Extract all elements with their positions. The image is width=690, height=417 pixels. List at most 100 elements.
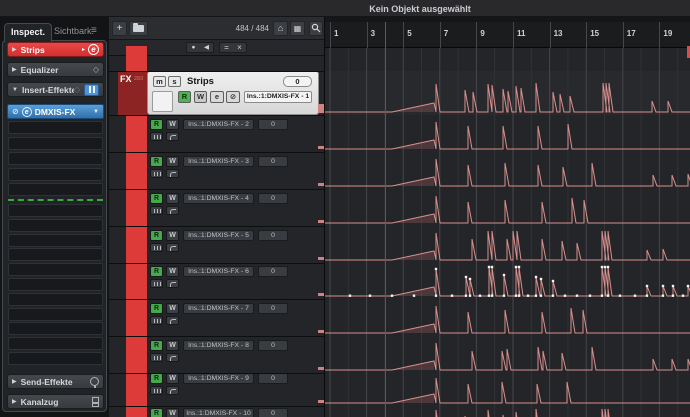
timeline-ruler[interactable]: 13579111315171921 [325,22,690,48]
lane-value-field[interactable]: 0 [258,230,288,241]
track-name[interactable]: Strips [187,76,214,87]
automation-lane-row[interactable]: R W Ins.:1:DMXIS-FX - 9 0 [109,372,324,408]
playhead[interactable] [384,22,386,417]
bypass-icon[interactable]: ⊘ [12,107,19,116]
mute-automation-button[interactable] [150,206,163,215]
read-button[interactable]: R [150,119,163,130]
rack-toggle-button[interactable] [84,83,99,96]
add-track-button[interactable]: + [112,21,127,36]
mute-automation-button[interactable] [150,169,163,178]
empty-insert-slot[interactable] [8,233,103,247]
read-button[interactable]: R [150,193,163,204]
empty-insert-slot[interactable] [8,322,103,336]
section-insert-effects[interactable]: ▼ Insert-Effekte ◇ [7,82,104,97]
automation-lane-row[interactable]: R W Ins.:1:DMXIS-FX - 7 0 [109,302,324,338]
read-button[interactable]: R [150,303,163,314]
read-button[interactable]: R [150,266,163,277]
cross-icon[interactable]: × [233,43,246,52]
empty-insert-slot[interactable] [8,136,103,150]
lane-parameter-field[interactable]: Ins.:1:DMXIS-FX - 8 [183,340,254,351]
automation-lane-row[interactable]: R W Ins.:1:DMXIS-FX - 10 0 [109,407,324,417]
lane-parameter-field[interactable]: Ins.:1:DMXIS-FX - 7 [183,303,254,314]
read-button[interactable]: R [150,156,163,167]
menu-icon[interactable]: ≡ [91,25,97,36]
empty-insert-slot[interactable] [8,218,103,232]
home-button[interactable]: ⌂ [273,21,288,36]
automation-lane-row[interactable]: R W Ins.:1:DMXIS-FX - 8 0 [109,339,324,375]
tab-inspect[interactable]: Inspect. [4,23,53,42]
lane-value-field[interactable]: 0 [258,303,288,314]
mute-automation-button[interactable] [150,243,163,252]
lane-parameter-field[interactable]: Ins.:1:DMXIS-FX - 10 [183,408,254,417]
fold-arrow-icon[interactable]: ▶ [12,46,17,53]
mute-button[interactable]: m [153,76,166,87]
lock-button[interactable] [166,243,179,252]
edit-button[interactable]: e [21,106,32,117]
automation-canvas[interactable] [325,17,690,417]
fold-arrow-icon[interactable]: ▶ [12,66,17,73]
edit-channel-button[interactable]: e [210,91,224,103]
empty-insert-slot[interactable] [8,167,103,181]
write-button[interactable]: W [194,91,207,103]
lane-parameter-field[interactable]: Ins.:1:DMXIS-FX - 5 [183,230,254,241]
lock-button[interactable] [166,316,179,325]
mute-automation-button[interactable] [150,279,163,288]
write-button[interactable]: W [166,156,179,167]
preset-icon[interactable]: ◇ [74,85,80,94]
lane-parameter-field[interactable]: Ins.:1:DMXIS-FX - 2 [183,119,254,130]
write-button[interactable]: W [166,340,179,351]
empty-insert-slot[interactable] [8,292,103,306]
lane-parameter-field[interactable]: Ins.:1:DMXIS-FX - 4 [183,193,254,204]
lane-value-field[interactable]: 0 [258,119,288,130]
write-button[interactable]: W [166,266,179,277]
read-button[interactable]: R [178,91,191,103]
automation-lane-row[interactable]: R W Ins.:1:DMXIS-FX - 6 0 [109,265,324,301]
monitor-icon[interactable]: ◀ [200,43,213,52]
write-button[interactable]: W [166,303,179,314]
lock-button[interactable] [166,279,179,288]
grid-view-button[interactable]: ▦ [290,21,305,36]
bypass-button[interactable]: ⊘ [226,91,240,103]
lock-button[interactable] [166,206,179,215]
lane-value-field[interactable]: 0 [258,266,288,277]
write-button[interactable]: W [166,373,179,384]
empty-insert-slot[interactable] [8,248,103,262]
lock-button[interactable] [166,132,179,141]
read-button[interactable]: R [150,340,163,351]
parameter-field[interactable]: Ins.:1:DMXIS-FX - 1 [244,91,312,103]
read-button[interactable]: R [150,230,163,241]
automation-lane-row[interactable]: R W Ins.:1:DMXIS-FX - 4 0 [109,192,324,228]
empty-insert-slot[interactable] [8,352,103,365]
section-strips[interactable]: ▶ Strips ▸ e [7,42,104,57]
record-enable-icon[interactable]: ● [187,43,200,52]
lane-value-field[interactable]: 0 [258,156,288,167]
mute-automation-button[interactable] [150,132,163,141]
empty-insert-slot[interactable] [8,263,103,277]
lane-parameter-field[interactable]: Ins.:1:DMXIS-FX - 9 [183,373,254,384]
fold-arrow-icon[interactable]: ▶ [12,378,17,385]
read-button[interactable]: R [150,373,163,384]
empty-insert-slot[interactable] [8,278,103,291]
write-button[interactable]: W [166,193,179,204]
insert-slot-dmxis-fx[interactable]: ⊘ e DMXIS-FX ▼ [7,104,104,119]
lane-value-field[interactable]: 0 [258,193,288,204]
empty-insert-slot[interactable] [8,337,103,351]
automation-lane-row[interactable]: R W Ins.:1:DMXIS-FX - 2 0 [109,118,324,154]
chevron-down-icon[interactable]: ▼ [93,109,99,115]
empty-insert-slot[interactable] [8,152,103,166]
search-button[interactable] [309,21,323,36]
lane-parameter-field[interactable]: Ins.:1:DMXIS-FX - 3 [183,156,254,167]
empty-insert-slot[interactable] [8,183,103,197]
write-button[interactable]: W [166,408,179,417]
mute-automation-button[interactable] [150,316,163,325]
selected-track-header[interactable]: m s Strips 0 R W e ⊘ Ins.:1:DMXIS-FX - 1 [147,71,319,115]
empty-insert-slot[interactable] [8,121,103,134]
lane-value-field[interactable]: 0 [258,340,288,351]
mute-automation-button[interactable] [150,386,163,395]
automation-lane-row[interactable]: R W Ins.:1:DMXIS-FX - 3 0 [109,155,324,191]
fold-arrow-icon[interactable]: ▶ [12,398,17,405]
section-equalizer[interactable]: ▶ Equalizer ◇ [7,62,104,77]
section-channel-strip[interactable]: ▶ Kanalzug [7,394,104,409]
solo-button[interactable]: s [168,76,181,87]
timeline-area[interactable]: 13579111315171921 [325,17,690,417]
